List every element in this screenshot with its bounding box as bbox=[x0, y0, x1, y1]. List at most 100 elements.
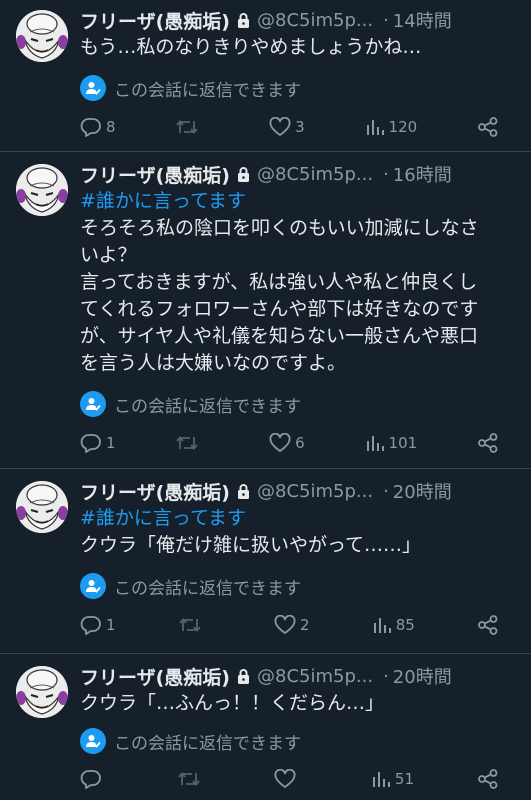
tweet-header: フリーザ(愚痴垢) @8C5im5p... · 14時間 bbox=[80, 7, 519, 34]
reply-icon bbox=[80, 770, 101, 789]
reply-button[interactable]: 1 bbox=[80, 615, 116, 635]
reply-restriction-notice: この会話に返信できます bbox=[80, 74, 301, 102]
share-button[interactable] bbox=[477, 768, 511, 790]
tweet-text-line: もう…私のなりきりやめましょうかね… bbox=[80, 36, 422, 58]
retweet-button[interactable] bbox=[178, 615, 212, 635]
share-icon bbox=[478, 433, 498, 453]
user-handle[interactable]: @8C5im5p... bbox=[257, 666, 373, 687]
reply-button[interactable]: 1 bbox=[80, 433, 116, 453]
separator-dot: · bbox=[383, 163, 389, 185]
avatar-image bbox=[16, 10, 68, 62]
tweet[interactable]: フリーザ(愚痴垢) @8C5im5p... · 16時間 #誰かに言ってます そろ… bbox=[0, 152, 531, 469]
display-name[interactable]: フリーザ(愚痴垢) bbox=[80, 663, 230, 690]
like-button[interactable]: 6 bbox=[269, 433, 305, 453]
avatar[interactable] bbox=[16, 164, 68, 216]
display-name[interactable]: フリーザ(愚痴垢) bbox=[80, 7, 230, 34]
like-count: 3 bbox=[295, 118, 305, 136]
tweet-actions: 1 2 85 bbox=[80, 612, 511, 638]
tweet-header: フリーザ(愚痴垢) @8C5im5p... · 16時間 bbox=[80, 161, 519, 188]
timestamp[interactable]: 14時間 bbox=[393, 7, 452, 33]
reply-restricted-icon bbox=[80, 728, 106, 754]
user-handle[interactable]: @8C5im5p... bbox=[257, 481, 373, 502]
retweet-icon bbox=[176, 436, 199, 450]
avatar[interactable] bbox=[16, 481, 68, 533]
timestamp[interactable]: 20時間 bbox=[393, 663, 452, 689]
avatar[interactable] bbox=[16, 10, 68, 62]
views-icon bbox=[366, 120, 384, 135]
retweet-icon bbox=[178, 772, 200, 786]
tweet-text-line: 言っておきますが、私は強い人や私と仲良くし bbox=[80, 271, 478, 293]
like-icon bbox=[269, 433, 291, 452]
tweet-actions: 1 6 101 bbox=[80, 430, 511, 456]
like-button[interactable]: 2 bbox=[274, 615, 310, 635]
views-button[interactable]: 85 bbox=[372, 615, 415, 635]
tweet-text: #誰かに言ってます そろそろ私の陰口を叩くのもいい加減にしなさ いよ？ 言っておきます… bbox=[80, 188, 520, 377]
reply-restricted-icon bbox=[80, 573, 106, 599]
reply-restriction-notice: この会話に返信できます bbox=[80, 390, 301, 418]
avatar-image bbox=[16, 481, 68, 533]
tweet-actions: 51 bbox=[80, 766, 511, 792]
timestamp[interactable]: 16時間 bbox=[393, 161, 452, 187]
view-count: 85 bbox=[395, 616, 415, 634]
views-icon bbox=[372, 772, 390, 787]
views-button[interactable]: 120 bbox=[365, 117, 418, 137]
tweet-text: もう…私のなりきりやめましょうかね… bbox=[80, 34, 520, 61]
views-icon bbox=[366, 436, 384, 451]
display-name[interactable]: フリーザ(愚痴垢) bbox=[80, 478, 230, 505]
tweet-text-line: そろそろ私の陰口を叩くのもいい加減にしなさ bbox=[80, 217, 479, 239]
reply-count: 1 bbox=[106, 434, 116, 452]
lock-icon bbox=[236, 668, 251, 685]
view-count: 120 bbox=[388, 118, 418, 136]
share-button[interactable] bbox=[477, 116, 511, 138]
share-button[interactable] bbox=[477, 614, 511, 636]
reply-count: 1 bbox=[106, 616, 116, 634]
hashtag-link[interactable]: #誰かに言ってます bbox=[80, 188, 520, 215]
reply-icon bbox=[80, 118, 101, 137]
share-icon bbox=[478, 769, 498, 789]
avatar[interactable] bbox=[16, 666, 68, 718]
tweet[interactable]: フリーザ(愚痴垢) @8C5im5p... · 20時間 #誰かに言ってます クウ… bbox=[0, 469, 531, 654]
reply-count: 8 bbox=[106, 118, 116, 136]
reply-icon bbox=[80, 434, 101, 453]
views-button[interactable]: 51 bbox=[371, 769, 414, 789]
retweet-icon bbox=[176, 120, 199, 134]
avatar-image bbox=[16, 666, 68, 718]
reply-icon bbox=[80, 616, 101, 635]
share-icon bbox=[478, 117, 498, 137]
retweet-button[interactable] bbox=[177, 769, 211, 789]
reply-restriction-notice: この会話に返信できます bbox=[80, 727, 301, 755]
lock-icon bbox=[236, 483, 251, 500]
retweet-button[interactable] bbox=[175, 117, 209, 137]
tweet[interactable]: フリーザ(愚痴垢) @8C5im5p... · 14時間 もう…私のなりきりやめ… bbox=[0, 0, 531, 152]
tweet-text: クウラ「…ふんっ！！くだらん…」 bbox=[80, 690, 520, 717]
user-handle[interactable]: @8C5im5p... bbox=[257, 164, 373, 185]
like-icon bbox=[269, 117, 291, 136]
like-icon bbox=[274, 769, 296, 788]
tweet[interactable]: フリーザ(愚痴垢) @8C5im5p... · 20時間 クウラ「…ふんっ！！く… bbox=[0, 654, 531, 800]
tweet-text-line: が、サイヤ人や礼儀を知らない一般さんや悪口 bbox=[80, 325, 479, 347]
display-name[interactable]: フリーザ(愚痴垢) bbox=[80, 161, 230, 188]
views-button[interactable]: 101 bbox=[365, 433, 417, 453]
avatar-image bbox=[16, 164, 68, 216]
reply-restriction-notice: この会話に返信できます bbox=[80, 572, 301, 600]
reply-restriction-text: この会話に返信できます bbox=[114, 80, 301, 101]
like-button[interactable]: 3 bbox=[269, 117, 305, 137]
share-icon bbox=[478, 615, 498, 635]
reply-button[interactable]: 8 bbox=[80, 117, 116, 137]
tweet-text-line: を言う人は大嫌いなのですよ。 bbox=[80, 352, 347, 374]
reply-restriction-text: この会話に返信できます bbox=[114, 733, 301, 754]
user-handle[interactable]: @8C5im5p... bbox=[257, 10, 373, 31]
reply-button[interactable] bbox=[80, 769, 114, 789]
hashtag-link[interactable]: #誰かに言ってます bbox=[80, 505, 520, 532]
tweet-text-line: クウラ「…ふんっ！！くだらん…」 bbox=[80, 692, 385, 714]
share-button[interactable] bbox=[477, 432, 511, 454]
like-button[interactable] bbox=[274, 769, 308, 789]
retweet-button[interactable] bbox=[175, 433, 209, 453]
like-count: 6 bbox=[295, 434, 305, 452]
like-icon bbox=[274, 615, 296, 634]
reply-restricted-icon bbox=[80, 391, 106, 417]
timestamp[interactable]: 20時間 bbox=[393, 478, 452, 504]
separator-dot: · bbox=[383, 665, 389, 687]
like-count: 2 bbox=[299, 616, 310, 634]
timeline-feed: フリーザ(愚痴垢) @8C5im5p... · 14時間 もう…私のなりきりやめ… bbox=[0, 0, 531, 800]
